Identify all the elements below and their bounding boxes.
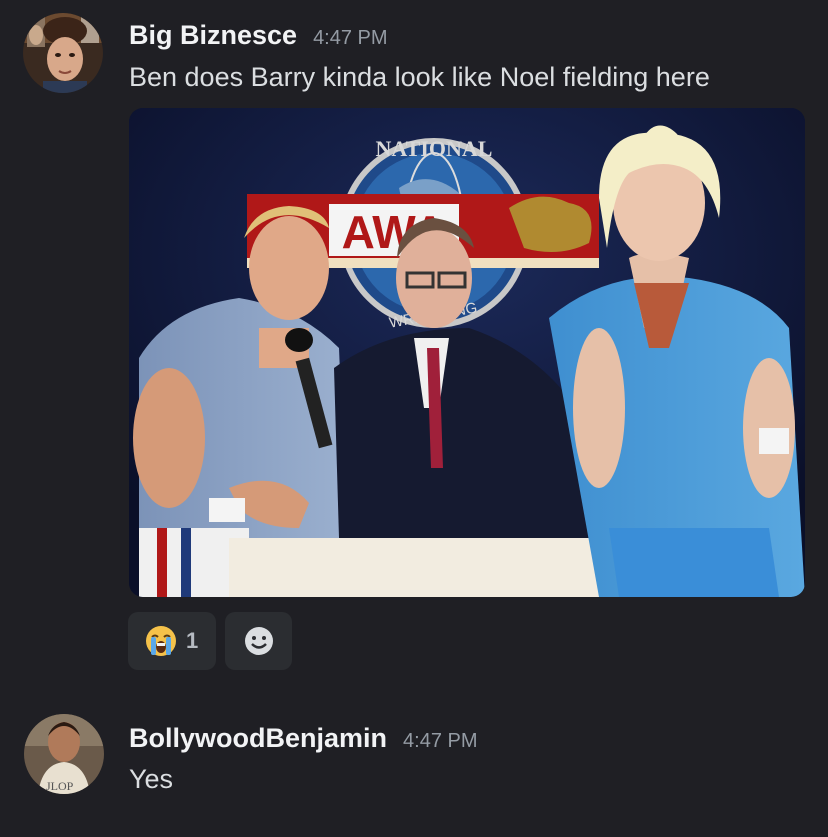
timestamp: 4:47 PM xyxy=(313,27,388,49)
avatar-image xyxy=(23,13,103,93)
timestamp: 4:47 PM xyxy=(403,730,478,752)
message-text: Ben does Barry kinda look like Noel fiel… xyxy=(129,62,710,92)
avatar[interactable]: JLOP xyxy=(24,714,104,794)
avatar-image: JLOP xyxy=(24,714,104,794)
loudly-crying-face-icon xyxy=(146,626,176,656)
add-reaction-button[interactable] xyxy=(225,612,292,670)
username[interactable]: BollywoodBenjamin xyxy=(129,723,387,754)
username[interactable]: Big Biznesce xyxy=(129,20,297,51)
svg-text:JLOP: JLOP xyxy=(46,779,74,793)
logo-text: NATIONAL xyxy=(376,136,493,161)
reaction-count: 1 xyxy=(186,628,199,653)
avatar[interactable] xyxy=(23,13,103,93)
reaction-cry[interactable]: 1 xyxy=(128,612,216,670)
wrestling-photo: NATIONAL WRESTLING AWA xyxy=(129,108,805,597)
smiley-icon xyxy=(244,627,273,655)
message-text: Yes xyxy=(129,764,174,794)
image-attachment[interactable]: NATIONAL WRESTLING AWA xyxy=(129,108,805,597)
